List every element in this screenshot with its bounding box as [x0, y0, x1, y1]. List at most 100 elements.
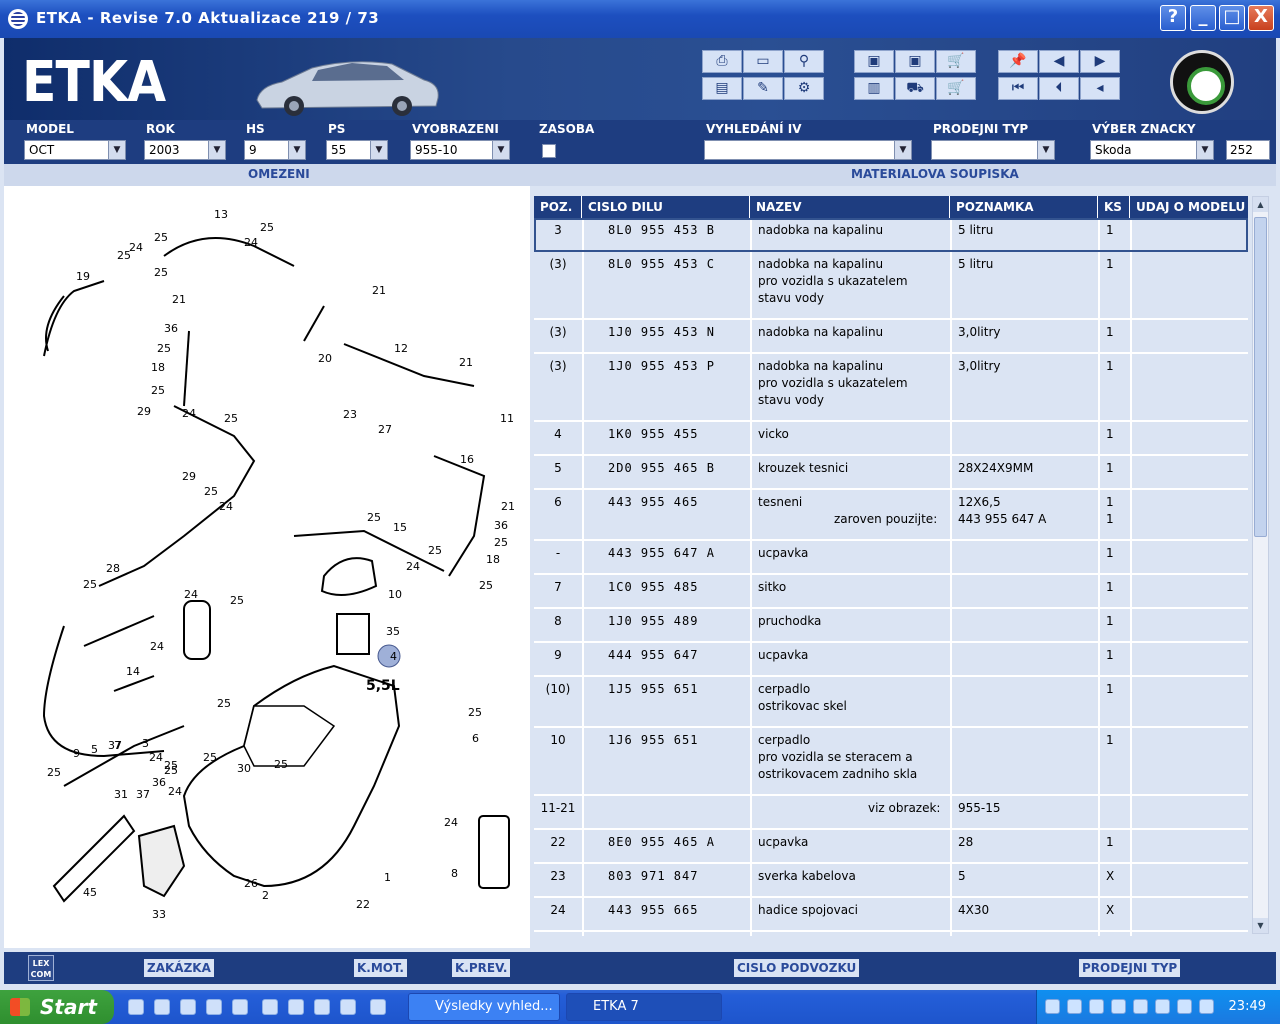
- vyber-znacky-select[interactable]: Skoda ▼: [1090, 140, 1214, 160]
- callout-label[interactable]: 24: [406, 560, 420, 573]
- callout-label[interactable]: 27: [378, 423, 392, 436]
- callout-label[interactable]: 25: [47, 766, 61, 779]
- zakazka-button[interactable]: ZAKÁZKA: [144, 959, 214, 977]
- quicklaunch-icon[interactable]: [206, 999, 222, 1015]
- table-row[interactable]: 23 803 971 847 sverka kabelova 5 X: [534, 864, 1248, 898]
- quicklaunch-icon[interactable]: [232, 999, 248, 1015]
- callout-label[interactable]: 14: [126, 665, 140, 678]
- pencil-icon[interactable]: ✎: [743, 77, 783, 100]
- scroll-thumb[interactable]: [1254, 217, 1267, 537]
- table-row[interactable]: 11-21 955-15 viz obrazek:: [534, 796, 1248, 830]
- help-button[interactable]: ?: [1160, 5, 1186, 31]
- callout-label[interactable]: 25: [494, 536, 508, 549]
- model-select[interactable]: OCT ▼: [24, 140, 126, 160]
- tray-icon[interactable]: [1133, 999, 1148, 1014]
- tray-icon[interactable]: [1155, 999, 1170, 1014]
- keyboard-icon[interactable]: ▤: [702, 77, 742, 100]
- callout-label[interactable]: 26: [244, 877, 258, 890]
- callout-label[interactable]: 6: [472, 732, 479, 745]
- start-button[interactable]: Start: [0, 990, 114, 1024]
- callout-label[interactable]: 13: [214, 208, 228, 221]
- table-row[interactable]: 24 443 955 665 hadice spojovaci 4X30 X: [534, 898, 1248, 932]
- tray-icon[interactable]: [1089, 999, 1104, 1014]
- callout-label[interactable]: 45: [83, 886, 97, 899]
- left-arrow-icon[interactable]: ◂: [1080, 77, 1120, 100]
- callout-label[interactable]: 25: [274, 758, 288, 771]
- callout-label[interactable]: 19: [76, 270, 90, 283]
- vyobrazeni-select[interactable]: 955-10 ▼: [410, 140, 510, 160]
- quicklaunch-icon[interactable]: [262, 999, 278, 1015]
- next-page-icon[interactable]: ▶: [1080, 50, 1120, 73]
- cart-list-icon[interactable]: 🛒: [936, 77, 976, 100]
- maximize-button[interactable]: □: [1219, 5, 1245, 31]
- callout-label[interactable]: 25: [479, 579, 493, 592]
- callout-label[interactable]: 24: [244, 236, 258, 249]
- table-row[interactable]: 9 444 955 647 ucpavka 1: [534, 643, 1248, 677]
- callout-label[interactable]: 24: [150, 640, 164, 653]
- callout-label[interactable]: 24: [219, 500, 233, 513]
- close-button[interactable]: X: [1248, 5, 1274, 31]
- hs-select[interactable]: 9 ▼: [244, 140, 306, 160]
- kmot-button[interactable]: K.MOT.: [354, 959, 407, 977]
- callout-label[interactable]: 12: [394, 342, 408, 355]
- ps-select[interactable]: 55 ▼: [326, 140, 388, 160]
- table-row[interactable]: (10) 1J5 955 651 cerpadlo ostrikovac skel 1: [534, 677, 1248, 728]
- col-poz[interactable]: POZ.: [534, 196, 582, 218]
- rok-select[interactable]: 2003 ▼: [144, 140, 226, 160]
- network-icon[interactable]: ⚙: [784, 77, 824, 100]
- tray-icon[interactable]: [1199, 999, 1214, 1014]
- callout-label[interactable]: 25: [260, 221, 274, 234]
- callout-label[interactable]: 25: [203, 751, 217, 764]
- callout-label[interactable]: 25: [468, 706, 482, 719]
- parts-diagram[interactable]: 5,5L 13 25 24 25 25 24 25 19 21 21 36 25 18 25 29 24 25 2…: [4, 186, 530, 948]
- print-icon[interactable]: ⎙: [702, 50, 742, 73]
- callout-label[interactable]: 25: [154, 231, 168, 244]
- callout-label[interactable]: 37: [108, 739, 122, 752]
- callout-label[interactable]: 36: [164, 322, 178, 335]
- callout-label[interactable]: 37: [136, 788, 150, 801]
- tray-icon[interactable]: [1177, 999, 1192, 1014]
- callout-label[interactable]: 22: [356, 898, 370, 911]
- prev-page-icon[interactable]: ◀: [1039, 50, 1079, 73]
- callout-label[interactable]: 25: [367, 511, 381, 524]
- callout-label[interactable]: 21: [459, 356, 473, 369]
- zasoba-checkbox[interactable]: [542, 144, 556, 158]
- depot-icon[interactable]: ▣: [895, 50, 935, 73]
- callout-label[interactable]: 25: [151, 384, 165, 397]
- table-scrollbar[interactable]: ▲ ▼: [1252, 196, 1269, 934]
- chevron-down-icon[interactable]: ▼: [108, 141, 125, 159]
- chevron-down-icon[interactable]: ▼: [894, 141, 911, 159]
- back-icon[interactable]: ⏴: [1039, 77, 1079, 100]
- callout-label[interactable]: 25: [204, 485, 218, 498]
- callout-label[interactable]: 15: [393, 521, 407, 534]
- computer-icon[interactable]: ▥: [854, 77, 894, 100]
- table-row[interactable]: 10 1J6 955 651 cerpadlo pro vozidla se ste…: [534, 728, 1248, 796]
- taskbar-item-etka[interactable]: ETKA 7: [566, 993, 722, 1021]
- callout-label[interactable]: 24: [184, 588, 198, 601]
- callout-label[interactable]: 11: [500, 412, 514, 425]
- vyhledani-iv-select[interactable]: ▼: [704, 140, 912, 160]
- omezeni-label[interactable]: OMEZENI: [248, 167, 310, 181]
- col-ks[interactable]: KS: [1098, 196, 1130, 218]
- pin-icon[interactable]: 📌: [998, 50, 1038, 73]
- callout-label[interactable]: 36: [494, 519, 508, 532]
- callout-label[interactable]: 25: [157, 342, 171, 355]
- callout-label[interactable]: 24: [129, 241, 143, 254]
- callout-label[interactable]: 25: [164, 759, 178, 772]
- callout-label[interactable]: 36: [152, 776, 166, 789]
- car-icon[interactable]: ⛟: [895, 77, 935, 100]
- book-icon[interactable]: ▭: [743, 50, 783, 73]
- callout-label[interactable]: 24: [444, 816, 458, 829]
- callout-label[interactable]: 5: [91, 743, 98, 756]
- chevron-down-icon[interactable]: ▼: [492, 141, 509, 159]
- quicklaunch-icon[interactable]: [128, 999, 144, 1015]
- callout-label[interactable]: 25: [428, 544, 442, 557]
- prodejni-typ-select[interactable]: ▼: [931, 140, 1055, 160]
- cart-icon[interactable]: 🛒: [936, 50, 976, 73]
- first-icon[interactable]: ⏮: [998, 77, 1038, 100]
- chevron-down-icon[interactable]: ▼: [208, 141, 225, 159]
- cislo-podvozku-button[interactable]: CISLO PODVOZKU: [734, 959, 860, 977]
- callout-label[interactable]: 1: [384, 871, 391, 884]
- elsa-icon[interactable]: ▣: [854, 50, 894, 73]
- tray-icon[interactable]: [1045, 999, 1060, 1014]
